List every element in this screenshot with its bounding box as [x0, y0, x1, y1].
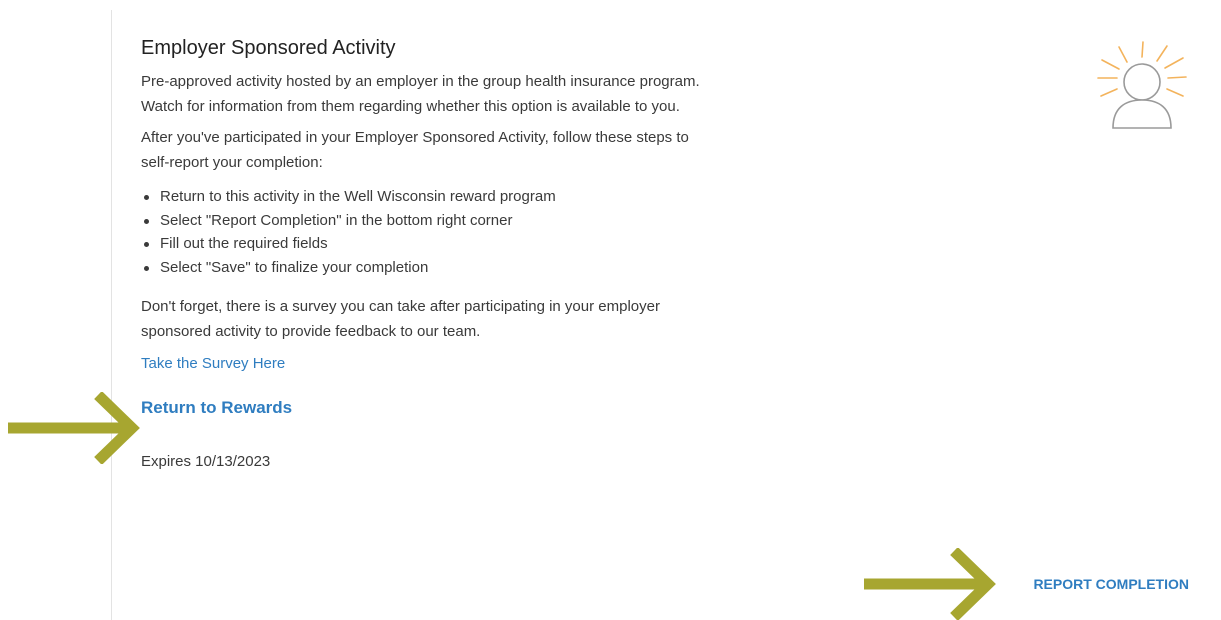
- completion-step: Return to this activity in the Well Wisc…: [141, 185, 841, 209]
- completion-step: Select "Save" to finalize your completio…: [141, 256, 841, 280]
- arrow-right-icon: [8, 392, 140, 464]
- activity-description: Pre-approved activity hosted by an emplo…: [141, 69, 841, 119]
- activity-description-line-2: Watch for information from them regardin…: [141, 98, 680, 115]
- completion-step: Select "Report Completion" in the bottom…: [141, 209, 841, 233]
- survey-note: Don't forget, there is a survey you can …: [141, 294, 841, 344]
- arrow-right-icon: [864, 548, 996, 620]
- activity-instructions-line-2: self-report your completion:: [141, 154, 323, 171]
- report-completion-button[interactable]: REPORT COMPLETION: [1033, 576, 1189, 592]
- return-to-rewards-link[interactable]: Return to Rewards: [141, 397, 841, 419]
- activity-instructions: After you've participated in your Employ…: [141, 125, 841, 175]
- completion-step: Fill out the required fields: [141, 232, 841, 256]
- activity-content: Employer Sponsored Activity Pre-approved…: [141, 36, 841, 473]
- activity-instructions-line-1: After you've participated in your Employ…: [141, 129, 689, 146]
- survey-note-line-2: sponsored activity to provide feedback t…: [141, 323, 481, 340]
- survey-note-line-1: Don't forget, there is a survey you can …: [141, 298, 660, 315]
- expiration-date: Expires 10/13/2023: [141, 453, 271, 470]
- take-survey-link[interactable]: Take the Survey Here: [141, 353, 285, 375]
- activity-description-line-1: Pre-approved activity hosted by an emplo…: [141, 73, 700, 90]
- activity-title: Employer Sponsored Activity: [141, 37, 396, 59]
- content-left-divider: [111, 10, 112, 620]
- completion-steps-list: Return to this activity in the Well Wisc…: [141, 185, 841, 279]
- person-sunburst-icon: [1097, 41, 1187, 129]
